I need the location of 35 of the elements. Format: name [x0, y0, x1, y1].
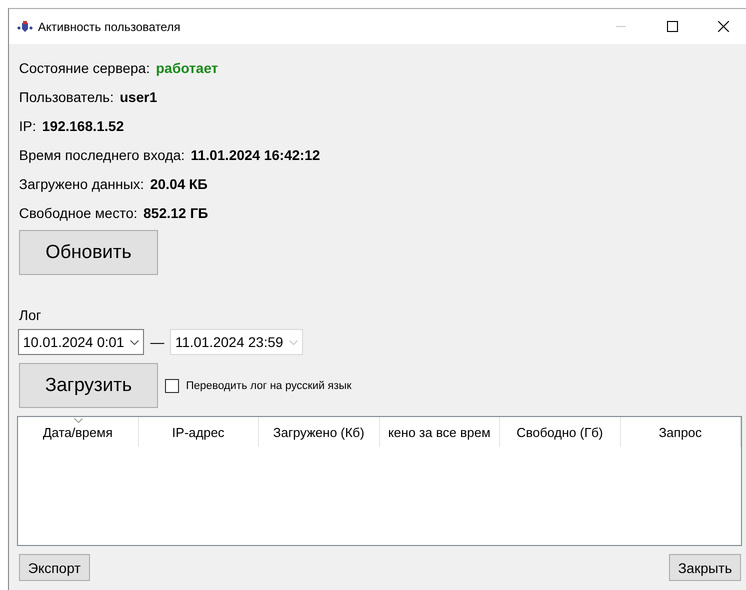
checkbox[interactable]: [165, 378, 179, 392]
log-label: Лог: [19, 307, 42, 325]
info-label: Пользователь:: [19, 88, 114, 104]
app-icon: [17, 20, 33, 34]
column-header[interactable]: Запрос: [620, 417, 741, 447]
info-value: 11.01.2024 16:42:12: [190, 146, 320, 162]
info-value: 852.12 ГБ: [143, 204, 208, 220]
info-label: IP:: [19, 118, 36, 134]
info-value: 20.04 КБ: [150, 176, 208, 192]
column-header[interactable]: Загружено (Кб): [259, 417, 380, 447]
range-separator: —: [150, 334, 164, 350]
close-icon: [718, 21, 728, 32]
info-label: Загружено данных:: [19, 176, 144, 192]
info-label: Свободное место:: [19, 204, 138, 220]
column-header[interactable]: кено за все врем: [380, 417, 500, 447]
refresh-button[interactable]: Обновить: [19, 230, 158, 275]
close-dialog-button[interactable]: Закрыть: [669, 554, 741, 581]
export-button[interactable]: Экспорт: [19, 554, 90, 581]
chevron-down-icon: [130, 340, 140, 344]
minimize-icon: [616, 26, 626, 27]
column-header[interactable]: IP-адрес: [138, 417, 259, 447]
info-label: Состояние сервера:: [19, 60, 150, 76]
chevron-down-icon: [289, 340, 298, 344]
column-header[interactable]: Дата/время: [18, 417, 138, 447]
info-value: 192.168.1.52: [42, 118, 124, 134]
info-value: user1: [120, 88, 158, 104]
column-header[interactable]: Свободно (Гб): [500, 417, 620, 447]
load-button[interactable]: Загрузить: [19, 363, 158, 408]
status-value: работает: [156, 60, 218, 76]
maximize-icon: [666, 21, 678, 32]
window-title: Активность пользователя: [38, 20, 182, 34]
info-label: Время последнего входа:: [19, 146, 185, 162]
checkbox-label: Переводить лог на русский язык: [186, 380, 352, 392]
sort-icon: [74, 418, 83, 423]
date-picker[interactable]: 10.01.2024 0:01: [18, 329, 144, 355]
